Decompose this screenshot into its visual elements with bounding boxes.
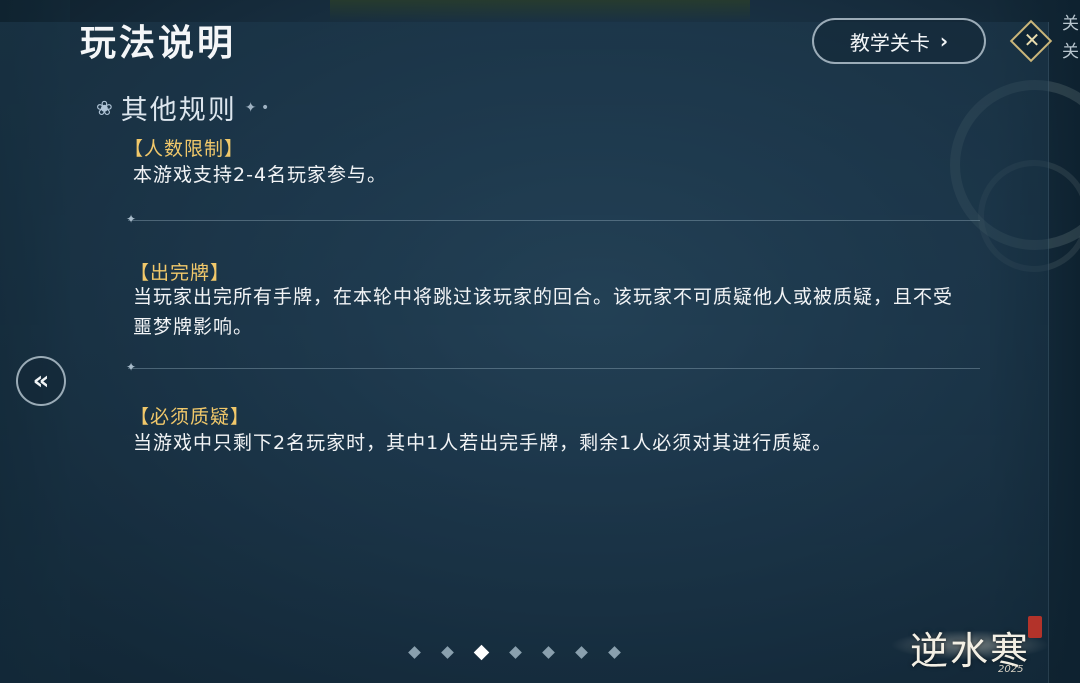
section-title: 其他规则 bbox=[120, 95, 237, 126]
chevron-right-icon: › bbox=[939, 29, 949, 53]
page-indicator bbox=[408, 644, 621, 661]
rule-title: 【人数限制】 bbox=[124, 138, 245, 160]
game-logo: 逆水寒 2025 bbox=[890, 612, 1060, 678]
close-label: 关关 bbox=[1062, 14, 1079, 62]
rule-title: 【必须质疑】 bbox=[130, 406, 251, 428]
rule-body: 当游戏中只剩下2名玩家时，其中1人若出完手牌，剩余1人必须对其进行质疑。 bbox=[133, 432, 833, 454]
double-chevron-left-icon: « bbox=[32, 366, 50, 396]
page-title: 玩法说明 bbox=[80, 22, 237, 64]
tutorial-button-label: 教学关卡 bbox=[849, 30, 930, 55]
close-icon: ✕ bbox=[1023, 28, 1041, 52]
logo-year: 2025 bbox=[998, 664, 1024, 675]
page-dot[interactable] bbox=[575, 646, 588, 659]
logo-seal bbox=[1028, 616, 1042, 638]
section-header: ❀ 其他规则 ✦ • bbox=[96, 88, 269, 127]
divider bbox=[128, 368, 980, 369]
tutorial-level-button[interactable]: 教学关卡 › bbox=[812, 18, 986, 64]
page-dot[interactable] bbox=[608, 646, 621, 659]
star-icon: ✦ bbox=[126, 360, 137, 374]
close-button[interactable]: ✕ bbox=[1009, 19, 1054, 64]
page-dot[interactable] bbox=[408, 646, 421, 659]
divider bbox=[128, 220, 980, 221]
rule-title: 【出完牌】 bbox=[130, 262, 231, 284]
page-dot[interactable] bbox=[542, 646, 555, 659]
rule-body: 当玩家出完所有手牌，在本轮中将跳过该玩家的回合。该玩家不可质疑他人或被质疑，且不… bbox=[133, 286, 954, 338]
rule-body: 本游戏支持2-4名玩家参与。 bbox=[133, 164, 388, 186]
background-foliage bbox=[330, 0, 750, 22]
star-decoration-icon: ✦ • bbox=[244, 99, 270, 116]
page-dot[interactable] bbox=[509, 646, 522, 659]
paw-icon: ❀ bbox=[96, 95, 113, 120]
page-dot[interactable] bbox=[441, 646, 454, 659]
page-dot-active[interactable] bbox=[473, 644, 490, 661]
previous-page-button[interactable]: « bbox=[16, 356, 66, 406]
star-icon: ✦ bbox=[126, 212, 137, 226]
